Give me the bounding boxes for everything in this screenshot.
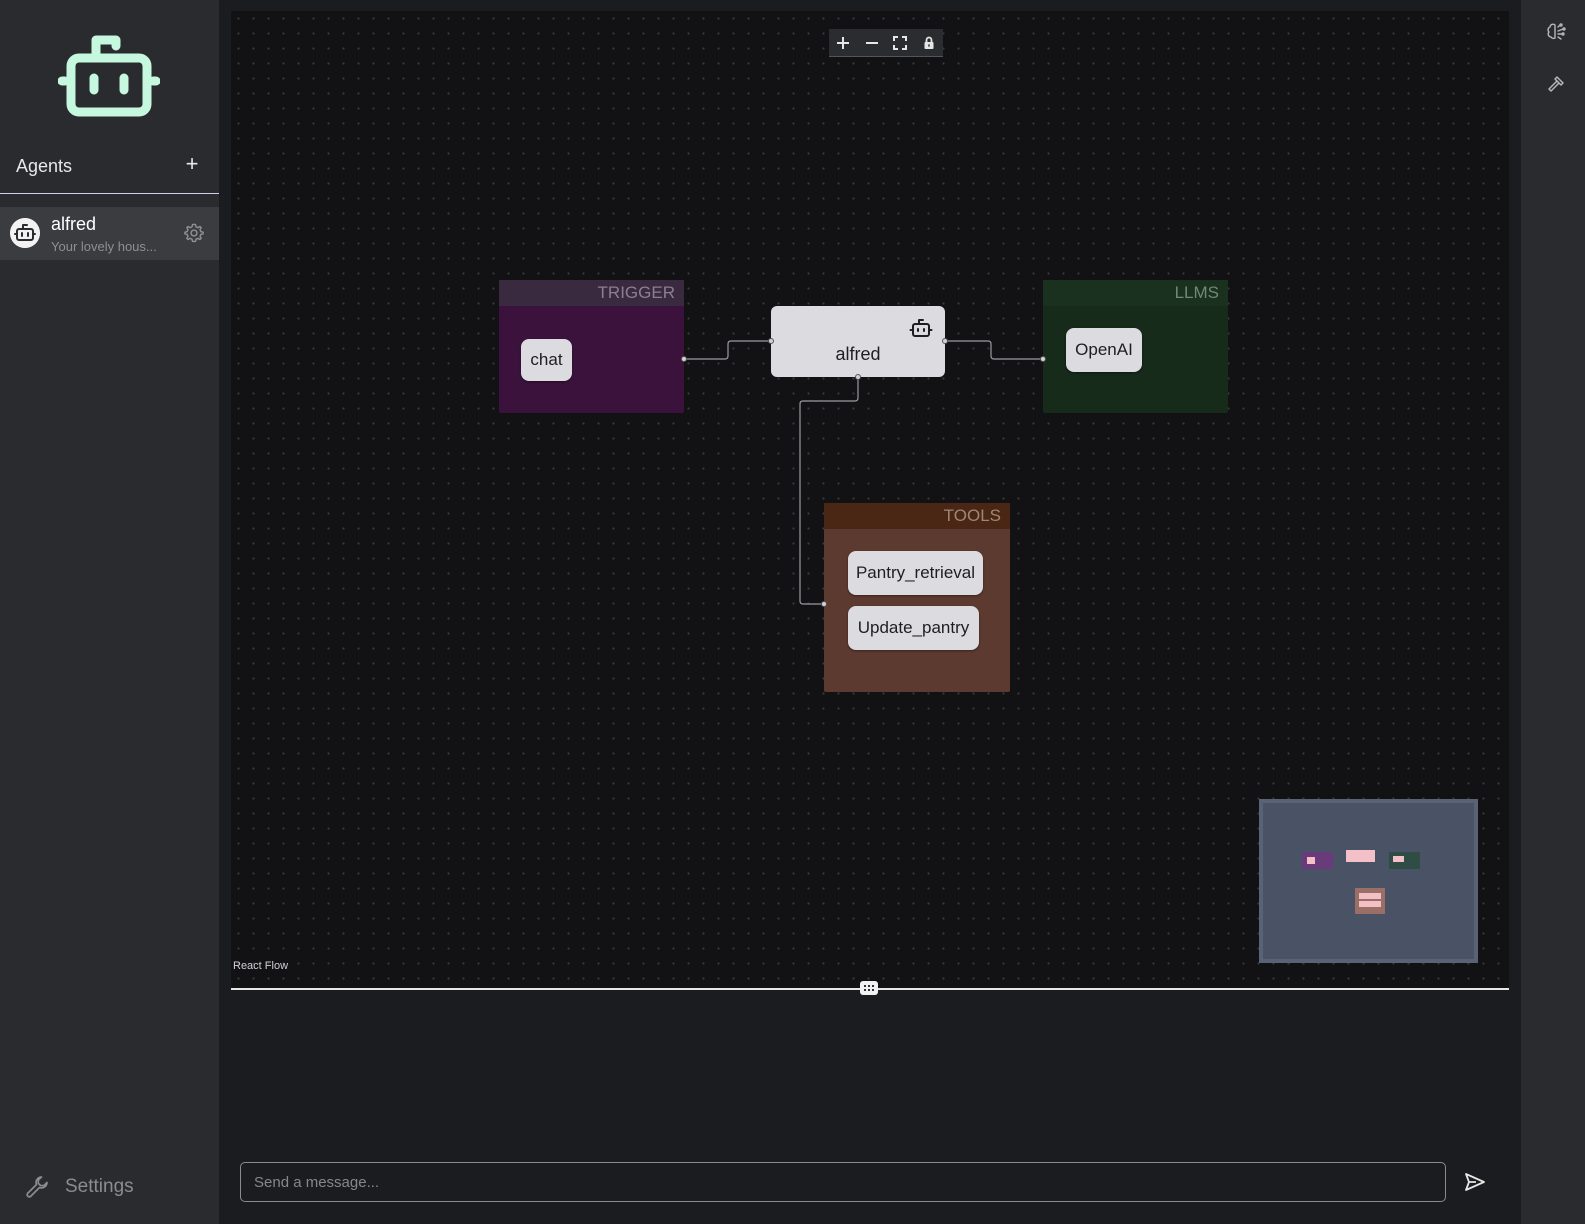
settings-label: Settings bbox=[65, 1176, 134, 1197]
llms-input-handle[interactable] bbox=[1040, 356, 1046, 362]
agent-description: Your lovely hous... bbox=[51, 239, 157, 254]
trigger-output-handle[interactable] bbox=[681, 356, 687, 362]
minimap-agent-node bbox=[1346, 850, 1375, 862]
agent-output-handle[interactable] bbox=[942, 338, 948, 344]
agent-avatar bbox=[10, 218, 40, 248]
app-root: Agents + alfred Your lovely hous... Sett… bbox=[0, 0, 1585, 1224]
robot-logo-icon bbox=[58, 35, 160, 117]
send-icon[interactable] bbox=[1463, 1171, 1487, 1193]
robot-icon bbox=[909, 319, 933, 337]
agent-tools-handle[interactable] bbox=[855, 374, 861, 380]
tools-group[interactable]: TOOLS Pantry_retrieval Update_pantry bbox=[821, 503, 1010, 692]
settings-link[interactable]: Settings bbox=[24, 1172, 184, 1202]
minimap-trigger-node bbox=[1302, 852, 1333, 869]
agent-node-label: alfred bbox=[835, 344, 881, 364]
message-input[interactable] bbox=[240, 1162, 1446, 1202]
tool-pantry-retrieval-node[interactable]: Pantry_retrieval bbox=[848, 551, 983, 595]
llm-openai-node[interactable]: OpenAI bbox=[1066, 328, 1142, 372]
minimap-tools-node bbox=[1355, 888, 1385, 914]
agent-input-handle[interactable] bbox=[768, 338, 774, 344]
gear-icon[interactable] bbox=[183, 222, 205, 244]
trigger-chat-node[interactable]: chat bbox=[521, 339, 572, 381]
tools-input-handle[interactable] bbox=[821, 601, 827, 607]
drag-dots-icon bbox=[864, 985, 874, 991]
resize-handle[interactable] bbox=[860, 981, 878, 995]
sidebar: Agents + alfred Your lovely hous... Sett… bbox=[0, 0, 219, 1224]
right-rail bbox=[1521, 0, 1585, 1224]
add-agent-button[interactable]: + bbox=[180, 150, 204, 178]
agents-title: Agents bbox=[16, 156, 73, 176]
tool-update-pantry-node[interactable]: Update_pantry bbox=[848, 606, 979, 650]
agent-node[interactable]: alfred bbox=[768, 306, 948, 380]
agent-list-item[interactable]: alfred Your lovely hous... bbox=[0, 207, 219, 260]
trigger-group[interactable]: TRIGGER chat bbox=[499, 280, 687, 413]
hammer-icon[interactable] bbox=[1546, 74, 1566, 94]
flow-viewport: TRIGGER chat alfred LLMS OpenAI TOOLS Pa… bbox=[231, 11, 1509, 989]
react-flow-attribution[interactable]: React Flow bbox=[233, 960, 288, 972]
edge-trigger-agent bbox=[684, 340, 771, 360]
minimap-llms-node bbox=[1389, 852, 1420, 869]
edge-agent-llms bbox=[945, 340, 1043, 360]
llms-group[interactable]: LLMS OpenAI bbox=[1040, 280, 1228, 413]
trigger-group-header: TRIGGER bbox=[499, 280, 684, 306]
wrench-icon bbox=[26, 1176, 48, 1198]
brain-icon[interactable] bbox=[1546, 22, 1566, 42]
llms-group-header: LLMS bbox=[1043, 280, 1228, 306]
minimap[interactable] bbox=[1259, 799, 1478, 963]
agent-name: alfred bbox=[51, 214, 97, 234]
flow-canvas[interactable]: TRIGGER chat alfred LLMS OpenAI TOOLS Pa… bbox=[231, 11, 1509, 989]
agents-header: Agents + bbox=[0, 144, 219, 194]
tools-group-header: TOOLS bbox=[824, 503, 1010, 529]
